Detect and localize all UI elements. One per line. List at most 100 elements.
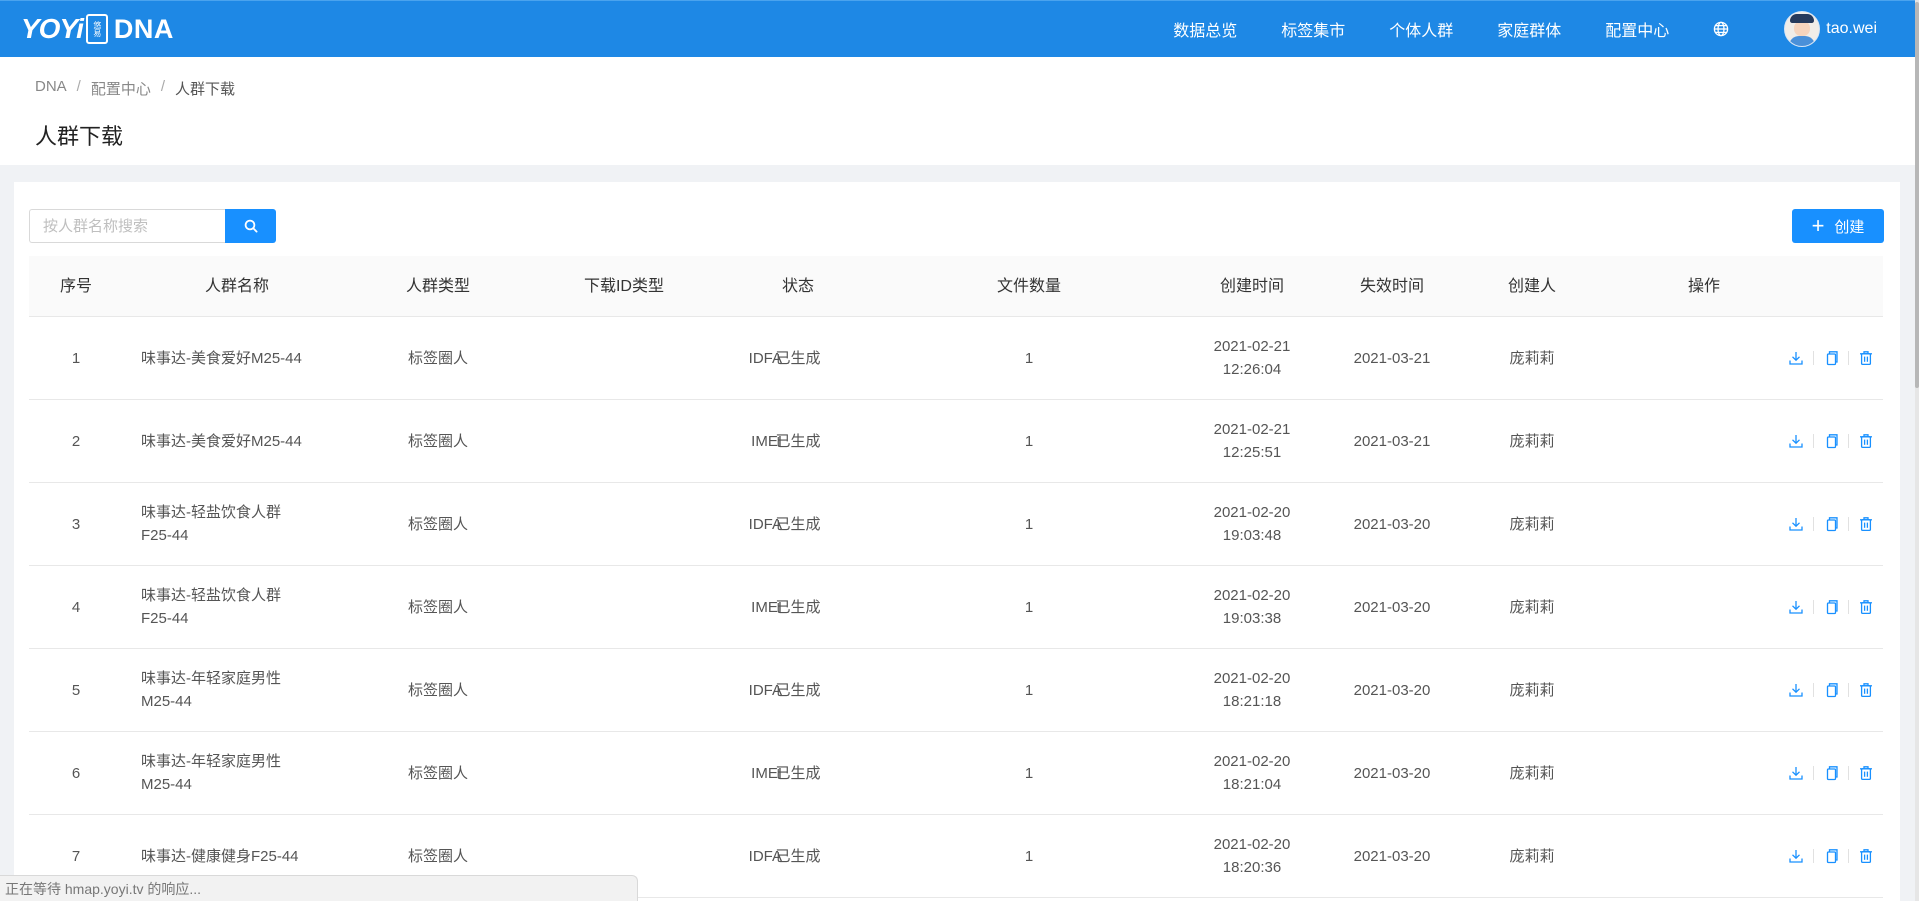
copy-icon[interactable]	[1822, 349, 1840, 367]
download-icon[interactable]	[1787, 598, 1805, 616]
cell-name[interactable]: 味事达-美食爱好M25-44	[141, 400, 351, 482]
logo-wordmark: YOYi	[21, 13, 84, 44]
cell-file-count: 1	[1024, 847, 1034, 865]
copy-icon[interactable]	[1822, 598, 1840, 616]
cell-name-line1: 味事达-美食爱好M25-44	[141, 432, 302, 450]
plus-icon: +	[1811, 213, 1825, 238]
delete-icon[interactable]	[1857, 847, 1875, 865]
cell-type: 标签圈人	[407, 681, 468, 699]
column-header-id-type: 下载ID类型	[583, 277, 664, 295]
download-icon[interactable]	[1787, 515, 1805, 533]
action-divider	[1813, 351, 1814, 365]
cell-status: 已生成	[775, 764, 821, 782]
cell-actions	[1787, 317, 1883, 399]
search-input[interactable]	[29, 209, 225, 243]
delete-icon[interactable]	[1857, 515, 1875, 533]
cell-file-count: 1	[1024, 349, 1034, 367]
column-header-name: 人群名称	[204, 277, 269, 295]
create-button[interactable]: + 创建	[1792, 209, 1884, 243]
username: tao.wei	[1826, 20, 1877, 37]
search-button[interactable]	[225, 209, 276, 243]
cell-created-clock: 19:03:48	[1222, 527, 1282, 544]
cell-creator: 庞莉莉	[1509, 349, 1555, 367]
cell-type: 标签圈人	[407, 349, 468, 367]
cell-created-date: 2021-02-20	[1213, 504, 1291, 521]
delete-icon[interactable]	[1857, 432, 1875, 450]
copy-icon[interactable]	[1822, 847, 1840, 865]
cell-created-date: 2021-02-21	[1213, 338, 1291, 355]
cell-name-line1: 味事达-年轻家庭男性	[141, 670, 281, 687]
logo[interactable]: YOYi 悠易 DNA	[21, 13, 174, 45]
column-header-index: 序号	[59, 277, 92, 295]
cell-creator: 庞莉莉	[1509, 598, 1555, 616]
cell-name-line2: M25-44	[141, 776, 192, 793]
nav-item-tag-market[interactable]: 标签集市	[1281, 17, 1345, 41]
download-icon[interactable]	[1787, 349, 1805, 367]
logo-badge: 悠易	[85, 14, 108, 44]
copy-icon[interactable]	[1822, 432, 1840, 450]
cell-name-line1: 味事达-健康健身F25-44	[141, 847, 299, 865]
action-divider	[1848, 600, 1849, 614]
cell-status: 已生成	[775, 349, 821, 367]
cell-name[interactable]: 味事达-美食爱好M25-44	[141, 317, 351, 399]
breadcrumb: DNA / 配置中心 / 人群下载	[35, 78, 235, 99]
cell-name[interactable]: 味事达-年轻家庭男性 M25-44	[141, 732, 351, 814]
user-menu[interactable]: tao.wei	[1784, 11, 1877, 47]
nav-item-data-overview[interactable]: 数据总览	[1173, 17, 1237, 41]
download-icon[interactable]	[1787, 681, 1805, 699]
cell-expire-time: 2021-03-20	[1353, 598, 1431, 616]
cell-name[interactable]: 味事达-年轻家庭男性 M25-44	[141, 649, 351, 731]
breadcrumb-current: 人群下载	[175, 81, 236, 98]
column-header-expire-time: 失效时间	[1359, 277, 1424, 295]
cell-expire-time: 2021-03-20	[1353, 764, 1431, 782]
copy-icon[interactable]	[1822, 764, 1840, 782]
table-row: 4 味事达-轻盐饮食人群 F25-44 标签圈人 IMEI 已生成 1 2021-…	[29, 566, 1883, 649]
cell-type: 标签圈人	[407, 432, 468, 450]
cell-created-time: 2021-02-20 18:21:18	[1185, 649, 1319, 731]
copy-icon[interactable]	[1822, 515, 1840, 533]
cell-created-clock: 18:21:18	[1222, 693, 1282, 710]
avatar	[1784, 11, 1821, 47]
delete-icon[interactable]	[1857, 598, 1875, 616]
action-divider	[1813, 517, 1814, 531]
cell-name[interactable]: 味事达-轻盐饮食人群 F25-44	[141, 566, 351, 648]
breadcrumb-config-center[interactable]: 配置中心	[91, 78, 151, 99]
cell-creator: 庞莉莉	[1509, 764, 1555, 782]
cell-expire-time: 2021-03-20	[1353, 681, 1431, 699]
table-header: 序号 人群名称 人群类型 下载ID类型 状态 文件数量 创建时间 失效时间 创建…	[29, 256, 1883, 317]
cell-type: 标签圈人	[407, 764, 468, 782]
cell-expire-time: 2021-03-21	[1353, 349, 1431, 367]
copy-icon[interactable]	[1822, 681, 1840, 699]
download-icon[interactable]	[1787, 432, 1805, 450]
cell-created-time: 2021-02-20 18:21:04	[1185, 732, 1319, 814]
table-row: 5 味事达-年轻家庭男性 M25-44 标签圈人 IDFA 已生成 1 2021-…	[29, 649, 1883, 732]
download-icon[interactable]	[1787, 847, 1805, 865]
table-row: 2 味事达-美食爱好M25-44 标签圈人 IMEI 已生成 1 2021-02…	[29, 400, 1883, 483]
cell-index: 1	[71, 349, 81, 367]
cell-created-time: 2021-02-20 19:03:48	[1185, 483, 1319, 565]
cell-created-clock: 18:21:04	[1222, 776, 1282, 793]
globe-icon[interactable]	[1713, 21, 1729, 37]
action-divider	[1848, 766, 1849, 780]
cell-created-clock: 12:25:51	[1222, 444, 1282, 461]
scrollbar-thumb[interactable]	[1915, 2, 1919, 388]
delete-icon[interactable]	[1857, 681, 1875, 699]
nav-item-individual-audience[interactable]: 个体人群	[1389, 17, 1453, 41]
cell-created-clock: 12:26:04	[1222, 361, 1282, 378]
cell-expire-time: 2021-03-21	[1353, 432, 1431, 450]
column-header-actions: 操作	[1687, 277, 1720, 295]
column-header-created-time: 创建时间	[1219, 277, 1284, 295]
nav-item-household-group[interactable]: 家庭群体	[1497, 17, 1561, 41]
page-scrollbar[interactable]	[1915, 0, 1919, 901]
cell-name-line1: 味事达-轻盐饮食人群	[141, 504, 281, 521]
delete-icon[interactable]	[1857, 349, 1875, 367]
breadcrumb-dna[interactable]: DNA	[35, 78, 67, 99]
cell-name[interactable]: 味事达-轻盐饮食人群 F25-44	[141, 483, 351, 565]
nav-item-config-center[interactable]: 配置中心	[1605, 17, 1669, 41]
cell-name-line2: F25-44	[141, 527, 189, 544]
cell-created-date: 2021-02-20	[1213, 836, 1291, 853]
download-icon[interactable]	[1787, 764, 1805, 782]
delete-icon[interactable]	[1857, 764, 1875, 782]
search-icon	[244, 219, 258, 233]
cell-created-time: 2021-02-20 19:03:38	[1185, 566, 1319, 648]
